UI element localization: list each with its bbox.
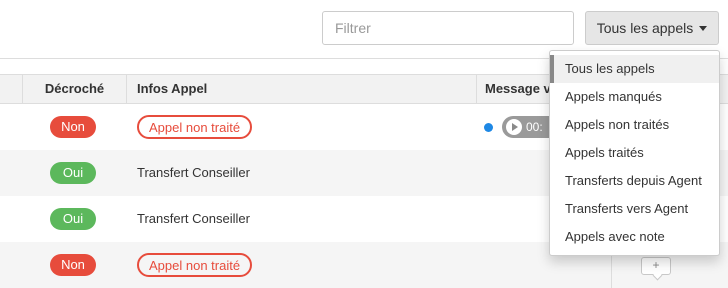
caret-down-icon — [699, 25, 708, 31]
unread-dot-icon — [484, 123, 493, 132]
call-info-text: Transfert Conseiller — [137, 165, 250, 180]
play-icon[interactable] — [506, 119, 522, 135]
answered-badge: Non — [50, 116, 96, 138]
menu-item-missed-calls[interactable]: Appels manqués — [550, 83, 719, 111]
player-time: 00: — [526, 120, 543, 134]
column-header-decroche[interactable]: Décroché — [22, 75, 126, 103]
call-info-text: Transfert Conseiller — [137, 211, 250, 226]
column-header-infos[interactable]: Infos Appel — [126, 75, 476, 103]
menu-item-processed-calls[interactable]: Appels traités — [550, 139, 719, 167]
call-status-badge: Appel non traité — [137, 115, 253, 139]
menu-item-transfers-from-agent[interactable]: Transferts depuis Agent — [550, 167, 719, 195]
call-filter-dropdown-menu: Tous les appels Appels manqués Appels no… — [549, 50, 720, 256]
call-filter-dropdown-button[interactable]: Tous les appels — [585, 11, 719, 45]
add-note-icon[interactable]: + — [641, 257, 671, 275]
dropdown-label: Tous les appels — [596, 20, 694, 36]
menu-item-calls-with-note[interactable]: Appels avec note — [550, 223, 719, 251]
menu-item-all-calls[interactable]: Tous les appels — [550, 55, 719, 83]
answered-badge: Oui — [50, 162, 96, 184]
answered-badge: Non — [50, 254, 96, 276]
call-status-badge: Appel non traité — [137, 253, 253, 277]
menu-item-transfers-to-agent[interactable]: Transferts vers Agent — [550, 195, 719, 223]
menu-item-unprocessed-calls[interactable]: Appels non traités — [550, 111, 719, 139]
filter-input[interactable] — [322, 11, 574, 45]
answered-badge: Oui — [50, 208, 96, 230]
